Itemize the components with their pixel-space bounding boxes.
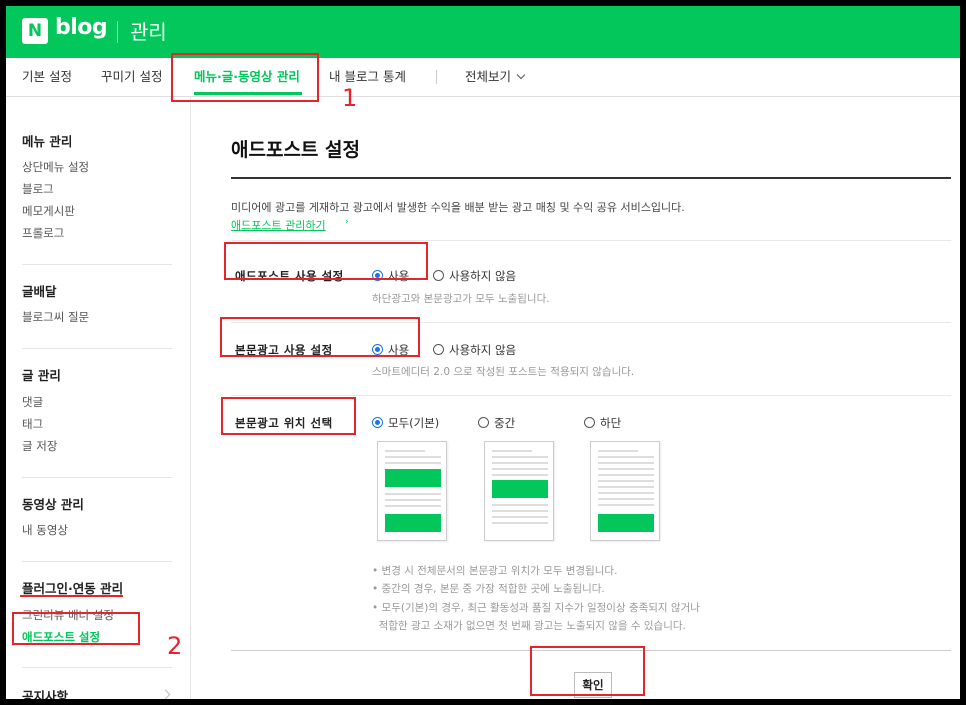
main-nav: 기본 설정 꾸미기 설정 메뉴·글·동영상 관리 내 블로그 통계 전체보기 [6,58,960,97]
adpost-not-use-radio[interactable]: 사용하지 않음 [433,268,516,284]
sidebar-group-notices[interactable]: 공지사항 [22,686,68,699]
annotation-box-nav-tab [171,53,319,102]
nav-divider [436,70,437,84]
annotation-box-position [221,397,356,435]
sidebar-divider [22,477,172,478]
annotation-number-2: 2 [167,632,183,660]
page-title: 애드포스트 설정 [231,139,360,161]
app-window: N blog 관리 기본 설정 꾸미기 설정 메뉴·글·동영상 관리 내 블로그… [6,6,960,699]
ad-block-preview [598,514,654,532]
all-view-label: 전체보기 [465,69,512,84]
position-bottom-preview[interactable] [590,441,660,541]
ad-block-preview [385,514,441,532]
position-all-radio[interactable]: 모두(기본) [372,415,439,431]
ad-block-preview [492,480,548,498]
blog-logo[interactable]: blog [55,15,108,40]
row-divider [231,395,951,396]
sidebar-group-video: 동영상 관리 [22,497,84,512]
all-view-dropdown[interactable]: 전체보기 [465,58,526,97]
annotation-box-adpost-usage [224,242,428,280]
sidebar-group-posts: 글 관리 [22,368,61,383]
annotation-box-sidebar-item [12,612,140,645]
page-description: 미디어에 광고를 게재하고 광고에서 발생한 수익을 배분 받는 광고 매칭 및… [231,201,685,214]
sidebar-item-blog[interactable]: 블로그 [22,181,54,197]
radio-unchecked-icon [433,344,444,355]
naver-logo-icon[interactable]: N [22,18,48,44]
sidebar-group-menu: 메뉴 관리 [22,134,73,149]
sidebar-item-blogc-question[interactable]: 블로그씨 질문 [22,309,89,325]
tab-decoration-settings[interactable]: 꾸미기 설정 [101,58,162,97]
position-middle-radio[interactable]: 중간 [478,415,515,431]
chevron-right-icon: › [345,217,349,227]
sidebar-group-delivery: 글배달 [22,284,57,299]
annotation-box-body-ad-usage [220,317,420,357]
header-divider [117,21,118,43]
option-label: 모두(기본) [388,416,440,430]
chevron-down-icon [516,70,526,80]
sidebar-divider [22,264,172,265]
radio-checked-icon [372,417,383,428]
row-divider [231,240,951,241]
header-section-title[interactable]: 관리 [130,16,167,45]
radio-unchecked-icon [584,417,595,428]
sidebar-item-tags[interactable]: 태그 [22,416,43,432]
position-note: • 중간의 경우, 본문 중 가장 적합한 곳에 노출됩니다. [372,583,605,595]
option-label: 사용하지 않음 [449,343,517,357]
title-divider [231,177,951,179]
sidebar-item-memo[interactable]: 메모게시판 [22,203,75,219]
tab-basic-settings[interactable]: 기본 설정 [22,58,72,97]
sidebar-item-top-menu[interactable]: 상단메뉴 설정 [22,159,89,175]
sidebar-item-my-videos[interactable]: 내 동영상 [22,522,68,538]
position-note: • 모두(기본)의 경우, 최근 활동성과 품질 지수가 일정이상 충족되지 않… [372,602,700,614]
radio-unchecked-icon [478,417,489,428]
annotation-box-confirm [530,646,645,696]
position-bottom-radio[interactable]: 하단 [584,415,621,431]
sidebar-divider [22,561,172,562]
sidebar-divider [22,348,172,349]
position-note: • 변경 시 전체문서의 본문광고 위치가 모두 변경됩니다. [372,565,618,577]
option-label: 중간 [494,416,516,430]
adpost-usage-hint: 하단광고와 본문광고가 모두 노출됩니다. [372,293,550,305]
position-middle-preview[interactable] [484,441,554,541]
top-header: N blog 관리 [6,6,960,58]
sidebar-item-comments[interactable]: 댓글 [22,394,43,410]
body-ad-usage-hint: 스마트에디터 2.0 으로 작성된 포스트는 적용되지 않습니다. [372,366,635,378]
ad-block-preview [385,469,441,487]
body-ad-not-use-radio[interactable]: 사용하지 않음 [433,342,516,358]
chevron-right-icon [160,689,171,699]
adpost-manage-link[interactable]: 애드포스트 관리하기 [231,217,326,233]
option-label: 하단 [600,416,622,430]
annotation-underline [20,595,123,597]
annotation-number-1: 1 [342,84,358,112]
sidebar-divider [22,667,172,668]
radio-unchecked-icon [433,270,444,281]
sidebar-item-saved-posts[interactable]: 글 저장 [22,438,57,454]
tab-blog-stats[interactable]: 내 블로그 통계 [329,58,406,97]
sidebar-item-prologue[interactable]: 프롤로그 [22,225,64,241]
option-label: 사용하지 않음 [449,269,517,283]
position-note: 적합한 광고 소재가 없으면 첫 번째 광고는 노출되지 않을 수 있습니다. [372,620,686,632]
sidebar: 메뉴 관리 상단메뉴 설정 블로그 메모게시판 프롤로그 글배달 블로그씨 질문… [6,97,191,699]
position-all-preview[interactable] [377,441,447,541]
